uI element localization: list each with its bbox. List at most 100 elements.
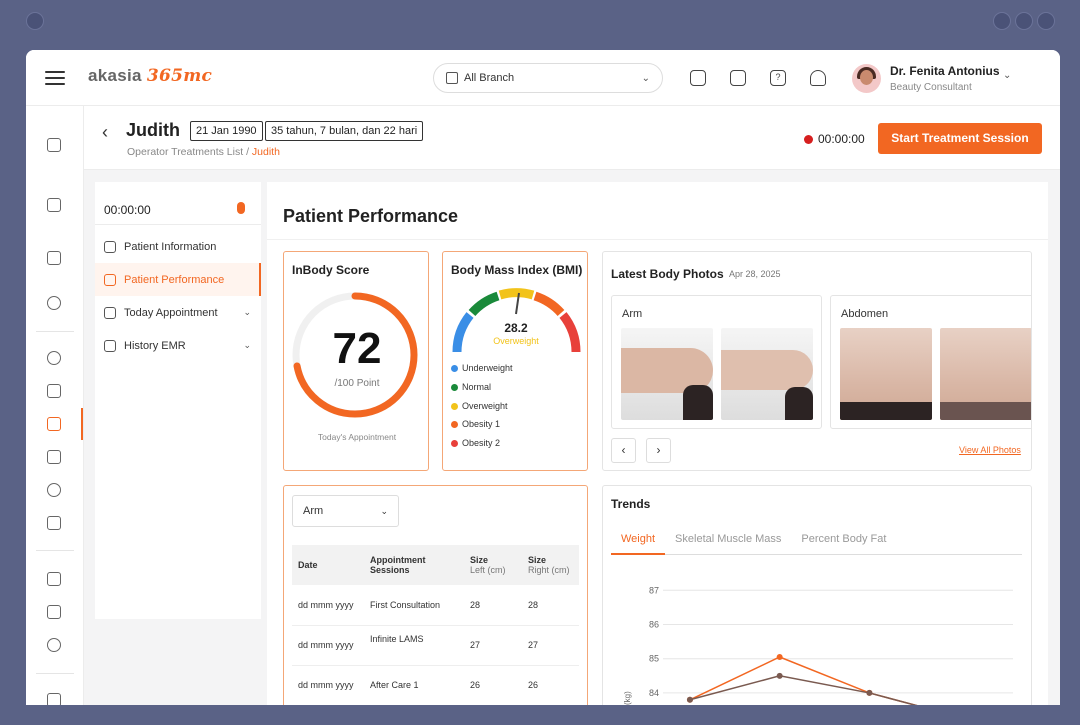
bell-icon[interactable] bbox=[810, 70, 826, 86]
top-bar: akasia 365mc All Branch ⌄ ? Dr. Fenita A… bbox=[26, 50, 1060, 106]
menu-item-label: Patient Information bbox=[124, 240, 217, 253]
size-table-card: Arm ⌄ Date Appointment Sessions Size Left… bbox=[283, 485, 588, 705]
user-menu-chevron-icon[interactable]: ⌄ bbox=[1003, 70, 1011, 81]
cell-session: Infinite LAMS bbox=[364, 625, 464, 666]
chevron-down-icon: ⌄ bbox=[641, 72, 650, 84]
arm-photo-1[interactable] bbox=[621, 328, 713, 420]
checklist-icon[interactable] bbox=[47, 516, 61, 530]
card-title: Body Mass Index (BMI) bbox=[451, 263, 583, 277]
person-icon[interactable] bbox=[47, 351, 61, 365]
window-dot-2[interactable] bbox=[1015, 12, 1033, 30]
building-icon bbox=[446, 72, 458, 84]
photos-next-button[interactable]: › bbox=[646, 438, 671, 463]
body-photos-card: Latest Body Photos Apr 28, 2025 Arm Abdo… bbox=[602, 251, 1032, 471]
inbody-score-value: 72 bbox=[332, 324, 382, 373]
clipboard-list-icon[interactable] bbox=[47, 450, 61, 464]
bmi-legend-normal: Normal bbox=[451, 382, 491, 392]
title-divider bbox=[267, 239, 1048, 240]
home-icon[interactable] bbox=[47, 138, 61, 152]
back-arrow-icon[interactable]: ‹ bbox=[102, 122, 108, 143]
breadcrumb-parent[interactable]: Operator Treatments List bbox=[127, 146, 243, 158]
window-dot-1[interactable] bbox=[993, 12, 1011, 30]
table-row[interactable]: dd mmm yyyy First Consultation 28 28 bbox=[292, 585, 579, 626]
pie-chart-icon[interactable] bbox=[47, 296, 61, 310]
col-size-left: Size Left (cm) bbox=[464, 545, 522, 585]
inbody-score-card: InBody Score 72 /100 Point Today's Appoi… bbox=[283, 251, 429, 471]
microphone-icon[interactable] bbox=[237, 202, 245, 214]
menu-item-today-appointment[interactable]: Today Appointment ⌄ bbox=[95, 296, 261, 329]
y-tick-label: 85 bbox=[649, 654, 659, 664]
cell-session: First Consultation bbox=[364, 585, 464, 626]
scissors-icon[interactable] bbox=[47, 638, 61, 652]
table-row[interactable]: dd mmm yyyy Infinite LAMS 27 27 bbox=[292, 625, 579, 666]
cell-left: 28 bbox=[464, 585, 522, 626]
menu-item-patient-information[interactable]: Patient Information bbox=[95, 230, 261, 263]
nav-divider bbox=[36, 673, 74, 674]
abdomen-photo-2[interactable] bbox=[940, 328, 1031, 420]
start-treatment-button[interactable]: Start Treatment Session bbox=[878, 123, 1042, 154]
card-title: Latest Body Photos bbox=[611, 267, 724, 281]
menu-divider bbox=[95, 224, 261, 225]
photo-panel-label: Abdomen bbox=[841, 308, 889, 320]
menu-item-history-emr[interactable]: History EMR ⌄ bbox=[95, 329, 261, 362]
cell-date: dd mmm yyyy bbox=[292, 665, 364, 705]
photo-panel-label: Arm bbox=[622, 308, 643, 320]
bmi-legend-obesity1: Obesity 1 bbox=[451, 419, 500, 429]
table-header-row: Date Appointment Sessions Size Left (cm) … bbox=[292, 545, 579, 585]
abdomen-photo-1[interactable] bbox=[840, 328, 932, 420]
box-icon[interactable] bbox=[47, 572, 61, 586]
dob-badge: 21 Jan 1990 bbox=[190, 121, 263, 141]
monitor-icon[interactable] bbox=[47, 605, 61, 619]
cell-date: dd mmm yyyy bbox=[292, 625, 364, 666]
series-point-0 bbox=[776, 654, 783, 660]
page-title: Patient Performance bbox=[283, 206, 459, 226]
hamburger-menu-icon[interactable] bbox=[45, 71, 65, 85]
clipboard-icon[interactable] bbox=[47, 417, 61, 431]
avatar[interactable] bbox=[852, 64, 881, 93]
photo-panel-arm: Arm bbox=[611, 295, 822, 429]
arm-photo-2[interactable] bbox=[721, 328, 813, 420]
cell-session: After Care 1 bbox=[364, 665, 464, 705]
tab-skeletal-muscle-mass[interactable]: Skeletal Muscle Mass bbox=[665, 527, 791, 555]
series-line-0 bbox=[689, 656, 918, 705]
nav-divider bbox=[36, 550, 74, 551]
report-icon[interactable] bbox=[47, 693, 61, 705]
tab-weight[interactable]: Weight bbox=[611, 527, 666, 555]
photo-panel-abdomen: Abdomen bbox=[830, 295, 1031, 429]
menu-item-label: History EMR bbox=[124, 339, 186, 352]
user-card-icon bbox=[104, 240, 116, 253]
chevron-down-icon: ⌄ bbox=[243, 307, 251, 317]
app-window: akasia 365mc All Branch ⌄ ? Dr. Fenita A… bbox=[26, 50, 1060, 705]
table-row[interactable]: dd mmm yyyy After Care 1 26 26 bbox=[292, 665, 579, 705]
cell-right: 26 bbox=[522, 665, 579, 705]
user-name: Dr. Fenita Antonius bbox=[890, 64, 1000, 78]
recording-dot-icon bbox=[804, 135, 813, 144]
y-axis-label: Weight (kg) bbox=[623, 691, 632, 705]
cell-right: 27 bbox=[522, 625, 579, 666]
size-table: Date Appointment Sessions Size Left (cm) … bbox=[292, 545, 579, 705]
breadcrumb-current: Judith bbox=[251, 146, 280, 158]
scan-icon[interactable] bbox=[47, 198, 61, 212]
menu-item-patient-performance[interactable]: Patient Performance bbox=[95, 263, 261, 296]
calendar-icon[interactable] bbox=[47, 384, 61, 398]
palette-icon[interactable] bbox=[47, 483, 61, 497]
grid-icon[interactable] bbox=[47, 251, 61, 265]
col-date: Date bbox=[292, 545, 364, 585]
y-tick-label: 87 bbox=[649, 585, 659, 595]
help-chat-icon[interactable]: ? bbox=[770, 70, 786, 86]
branch-selector[interactable]: All Branch ⌄ bbox=[433, 63, 663, 93]
inbody-footer: Today's Appointment bbox=[317, 432, 397, 442]
app-logo: akasia 365mc bbox=[88, 66, 213, 86]
chevron-down-icon: ⌄ bbox=[380, 505, 388, 516]
tab-percent-body-fat[interactable]: Percent Body Fat bbox=[791, 527, 896, 555]
view-all-photos-link[interactable]: View All Photos bbox=[959, 445, 1021, 455]
activity-chart-icon[interactable] bbox=[730, 70, 746, 86]
icon-sidebar bbox=[26, 106, 84, 705]
camera-icon[interactable] bbox=[690, 70, 706, 86]
y-tick-label: 86 bbox=[649, 619, 659, 629]
window-dot-3[interactable] bbox=[1037, 12, 1055, 30]
col-size-right: Size Right (cm) bbox=[522, 545, 579, 585]
card-title: Trends bbox=[611, 497, 651, 511]
body-part-select[interactable]: Arm ⌄ bbox=[292, 495, 399, 527]
photos-prev-button[interactable]: ‹ bbox=[611, 438, 636, 463]
